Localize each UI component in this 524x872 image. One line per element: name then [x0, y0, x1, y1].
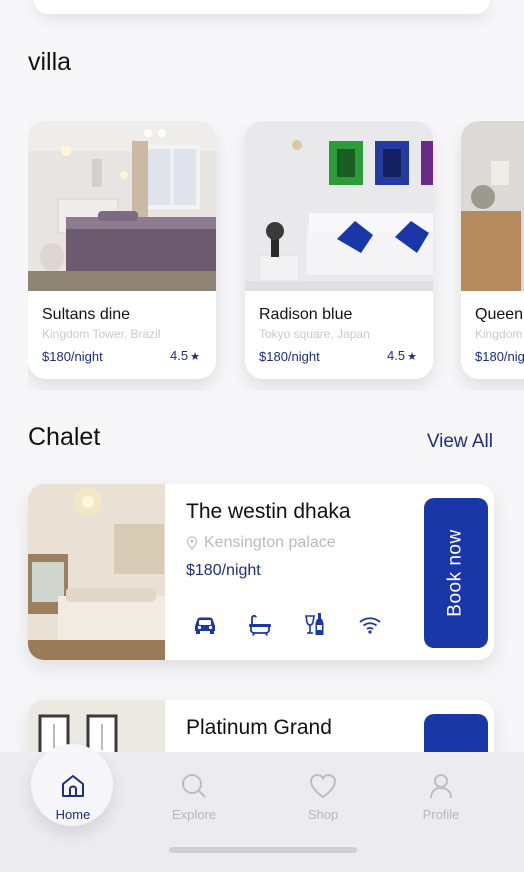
villa-rating: 4.5 ★	[170, 348, 200, 363]
car-icon	[192, 612, 218, 638]
book-now-button[interactable]: Book now	[424, 498, 488, 648]
chalet-location: Kensington palace	[186, 534, 336, 552]
view-all-link[interactable]: View All	[427, 431, 493, 453]
home-indicator-bar[interactable]	[169, 847, 357, 853]
wifi-icon	[357, 612, 383, 638]
villa-name: Sultans dine	[42, 306, 131, 323]
wine-icon	[302, 612, 328, 638]
villa-price: $180/night	[42, 349, 103, 364]
user-icon	[430, 774, 452, 799]
villa-section-title: villa	[28, 48, 72, 76]
villa-photo	[461, 121, 524, 291]
villa-price: $180/night	[259, 349, 320, 364]
villa-card[interactable]: Radison blue Tokyo square, Japan $180/ni…	[245, 121, 433, 379]
location-pin-icon	[186, 536, 198, 550]
chalet-section-title: Chalet	[28, 423, 101, 451]
villa-location: Tokyo square, Japan	[259, 327, 370, 341]
villa-card[interactable]: Queen Kingdom $180/night	[461, 121, 524, 379]
nav-explore[interactable]: Explore	[154, 772, 234, 822]
star-icon: ★	[190, 351, 200, 363]
rating-value: 4.5	[170, 348, 189, 363]
chalet-location-text: Kensington palace	[204, 534, 336, 551]
rating-value: 4.5	[387, 348, 406, 363]
villa-photo	[245, 121, 433, 291]
chalet-name: The westin dhaka	[186, 500, 351, 523]
villa-price: $180/night	[475, 349, 524, 364]
bottom-navigation: Home Explore Shop Profile	[0, 744, 524, 872]
amenity-list	[192, 612, 383, 638]
star-icon: ★	[407, 351, 417, 363]
nav-explore-label: Explore	[171, 807, 217, 822]
villa-name: Queen	[475, 306, 524, 323]
villa-card[interactable]: Sultans dine Kingdom Tower, Brazil $180/…	[28, 121, 216, 379]
chalet-card[interactable]: The westin dhaka Kensington palace $180/…	[28, 484, 494, 660]
nav-home-label: Home	[55, 807, 91, 822]
villa-carousel[interactable]: Sultans dine Kingdom Tower, Brazil $180/…	[28, 121, 524, 391]
nav-home[interactable]: Home	[33, 772, 113, 822]
chalet-photo	[28, 484, 165, 660]
search-icon	[182, 774, 206, 798]
nav-shop[interactable]: Shop	[283, 772, 363, 822]
chalet-name: Platinum Grand	[186, 716, 332, 739]
home-icon	[62, 775, 84, 797]
bathtub-icon	[247, 612, 273, 638]
villa-name: Radison blue	[259, 306, 353, 323]
book-now-label: Book now	[445, 529, 467, 617]
nav-profile[interactable]: Profile	[401, 772, 481, 822]
villa-location: Kingdom Tower, Brazil	[42, 327, 161, 341]
villa-rating: 4.5 ★	[387, 348, 417, 363]
heart-icon	[309, 773, 337, 799]
villa-photo	[28, 121, 216, 291]
previous-card-edge	[34, 0, 490, 14]
chalet-price: $180/night	[186, 562, 261, 579]
nav-profile-label: Profile	[422, 807, 460, 822]
villa-location: Kingdom	[475, 327, 523, 341]
nav-shop-label: Shop	[307, 807, 339, 822]
